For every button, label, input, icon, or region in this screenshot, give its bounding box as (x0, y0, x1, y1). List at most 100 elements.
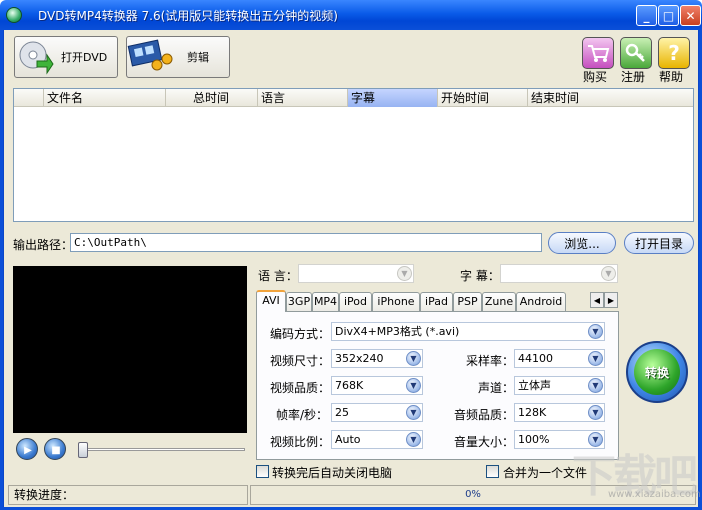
progress-text: 0% (465, 489, 481, 500)
volume-label: 音量大小： (454, 435, 515, 449)
register-label: 注册 (621, 70, 646, 84)
tab-ipod[interactable]: iPod (339, 292, 372, 311)
subtitle-label: 字 幕： (460, 269, 500, 283)
video-quality-value: 768K (335, 379, 364, 392)
tab-scroll-left[interactable]: ◀ (590, 292, 604, 308)
stop-button[interactable]: ■ (44, 438, 66, 460)
column-header-subtitle[interactable]: 字幕 (348, 89, 438, 107)
tab-iphone[interactable]: iPhone (372, 292, 420, 311)
output-path-label: 输出路径： (13, 238, 74, 252)
key-icon (625, 43, 645, 62)
cart-icon (588, 45, 610, 62)
audio-quality-select[interactable]: 128K ▼ (514, 403, 605, 422)
progress-label: 转换进度： (8, 485, 248, 505)
help-button[interactable]: ? (658, 37, 690, 69)
chevron-down-icon: ▼ (406, 351, 421, 366)
stop-icon: ■ (51, 444, 61, 456)
dvd-icon (19, 41, 54, 75)
codec-label: 编码方式： (270, 327, 331, 341)
tab-mp4[interactable]: MP4 (312, 292, 339, 311)
app-icon (6, 7, 22, 23)
tab-scroll-right[interactable]: ▶ (604, 292, 618, 308)
audio-quality-value: 128K (518, 406, 547, 419)
open-dvd-label: 打开DVD (61, 51, 108, 64)
play-icon: ▶ (24, 444, 32, 456)
frame-rate-select[interactable]: 25 ▼ (331, 403, 423, 422)
help-icon: ? (668, 41, 680, 65)
column-header-duration[interactable]: 总时间 (166, 89, 258, 107)
maximize-button[interactable]: □ (658, 5, 679, 26)
file-list[interactable]: 文件名 总时间 语言 字幕 开始时间 结束时间 (13, 88, 694, 222)
column-header-filename[interactable]: 文件名 (44, 89, 166, 107)
chevron-down-icon: ▼ (588, 405, 603, 420)
merge-checkbox[interactable] (486, 465, 499, 478)
video-quality-select[interactable]: 768K ▼ (331, 376, 423, 395)
tab-3gp[interactable]: 3GP (286, 292, 312, 311)
codec-select[interactable]: DivX4+MP3格式 (*.avi) ▼ (331, 322, 605, 341)
shutdown-checkbox[interactable] (256, 465, 269, 478)
video-quality-label: 视频品质： (270, 381, 331, 395)
shutdown-label: 转换完后自动关闭电脑 (272, 466, 393, 480)
chevron-left-icon: ◀ (593, 295, 601, 305)
channel-label: 声道： (478, 381, 515, 395)
film-scissors-icon (127, 39, 173, 71)
channel-select[interactable]: 立体声 ▼ (514, 376, 605, 395)
sample-rate-value: 44100 (518, 352, 553, 365)
chevron-down-icon: ▼ (406, 432, 421, 447)
column-header-start-time[interactable]: 开始时间 (438, 89, 528, 107)
codec-value: DivX4+MP3格式 (*.avi) (335, 325, 460, 338)
edit-button[interactable]: 剪辑 (126, 36, 230, 78)
volume-value: 100% (518, 433, 550, 446)
file-list-header: 文件名 总时间 语言 字幕 开始时间 结束时间 (14, 89, 693, 107)
buy-label: 购买 (583, 70, 608, 84)
convert-button[interactable]: 转换 (626, 341, 688, 403)
language-select[interactable]: ▼ (298, 264, 414, 283)
convert-label: 转换 (644, 365, 669, 380)
tab-ipad[interactable]: iPad (420, 292, 453, 311)
tab-zune[interactable]: Zune (482, 292, 516, 311)
chevron-down-icon: ▼ (406, 378, 421, 393)
watermark-url: www.xiazaiba.com (608, 489, 701, 500)
open-directory-button[interactable]: 打开目录 (624, 232, 694, 254)
channel-value: 立体声 (518, 379, 551, 392)
audio-quality-label: 音频品质： (454, 408, 515, 422)
subtitle-select[interactable]: ▼ (500, 264, 618, 283)
minimize-button[interactable]: _ (636, 5, 657, 26)
title-bar[interactable]: DVD转MP4转换器 7.6(试用版只能转换出五分钟的视频) _ □ ✕ (0, 0, 702, 30)
video-size-value: 352x240 (335, 352, 384, 365)
aspect-ratio-value: Auto (335, 433, 361, 446)
play-button[interactable]: ▶ (16, 438, 38, 460)
buy-button[interactable] (582, 37, 614, 69)
column-header-language[interactable]: 语言 (258, 89, 348, 107)
tab-avi[interactable]: AVI (256, 290, 286, 312)
sample-rate-select[interactable]: 44100 ▼ (514, 349, 605, 368)
close-button[interactable]: ✕ (680, 5, 701, 26)
register-button[interactable] (620, 37, 652, 69)
column-header-end-time[interactable]: 结束时间 (528, 89, 693, 107)
chevron-down-icon: ▼ (588, 324, 603, 339)
open-dvd-button[interactable]: 打开DVD (14, 36, 118, 78)
aspect-ratio-select[interactable]: Auto ▼ (331, 430, 423, 449)
output-path-input[interactable]: C:\OutPath\ (70, 233, 542, 252)
help-label: 帮助 (659, 70, 684, 84)
chevron-right-icon: ▶ (607, 295, 615, 305)
edit-label: 剪辑 (187, 51, 209, 64)
chevron-down-icon: ▼ (406, 405, 421, 420)
sample-rate-label: 采样率： (466, 354, 515, 368)
browse-button[interactable]: 浏览... (548, 232, 616, 254)
aspect-ratio-label: 视频比例： (270, 435, 331, 449)
chevron-down-icon: ▼ (397, 266, 412, 281)
tab-psp[interactable]: PSP (453, 292, 482, 311)
video-size-label: 视频尺寸： (270, 354, 331, 368)
seek-thumb[interactable] (78, 442, 88, 458)
frame-rate-value: 25 (335, 406, 349, 419)
chevron-down-icon: ▼ (601, 266, 616, 281)
video-preview (13, 266, 247, 433)
frame-rate-label: 帧率/秒： (276, 408, 329, 422)
seek-bar[interactable] (80, 448, 245, 451)
video-size-select[interactable]: 352x240 ▼ (331, 349, 423, 368)
window-title: DVD转MP4转换器 7.6(试用版只能转换出五分钟的视频) (38, 9, 338, 23)
tab-android[interactable]: Android (516, 292, 566, 311)
column-header-blank (14, 89, 44, 107)
language-label: 语 言： (258, 269, 298, 283)
